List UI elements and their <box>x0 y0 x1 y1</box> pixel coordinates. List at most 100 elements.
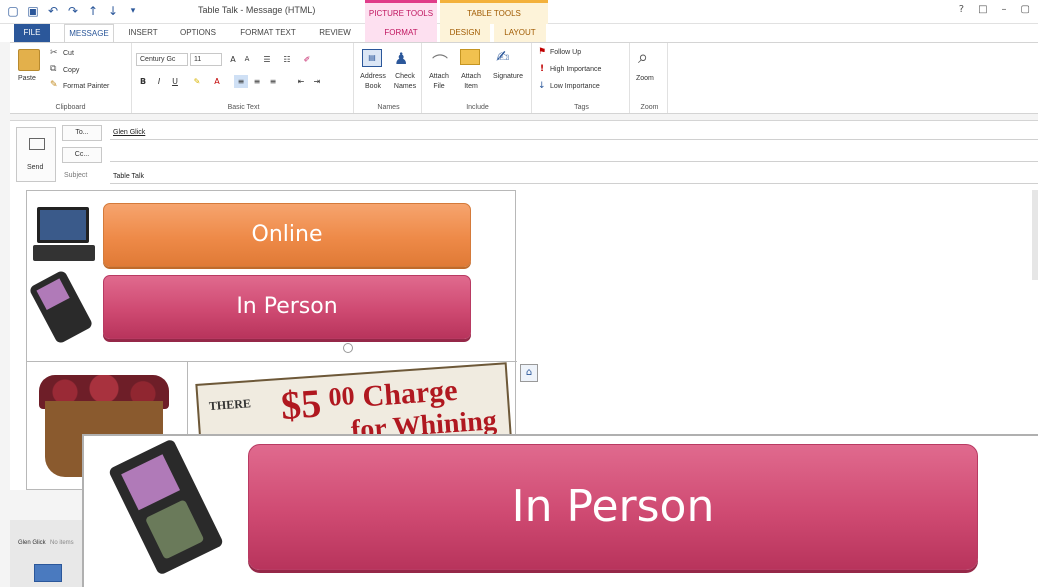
check-names-label-2[interactable]: Names <box>390 83 420 90</box>
tab-layout[interactable]: LAYOUT <box>494 24 546 42</box>
zoom-group-label: Zoom <box>640 104 659 111</box>
resize-handle-icon[interactable] <box>343 343 353 353</box>
window-title: Table Talk - Message (HTML) <box>198 5 316 15</box>
font-color-icon[interactable]: A <box>210 75 224 88</box>
numbering-icon[interactable]: ☷ <box>280 53 294 66</box>
send-button[interactable]: Send <box>16 127 56 182</box>
vertical-scrollbar[interactable] <box>1032 190 1038 280</box>
underline-icon[interactable]: U <box>168 75 182 88</box>
subject-field[interactable]: Table Talk <box>110 170 1038 184</box>
names-group-label: Names <box>377 104 400 111</box>
outlook-app-icon: ▢ <box>7 4 19 18</box>
zoomed-in-person-button: In Person <box>248 444 978 570</box>
to-button[interactable]: To... <box>62 125 102 141</box>
picture-tools-label: PICTURE TOOLS <box>365 0 437 24</box>
title-bar: ▢ ▣ ↶ ↷ ↑ ↓ ▾ Table Talk - Message (HTML… <box>0 0 1038 24</box>
tab-insert[interactable]: INSERT <box>122 24 164 42</box>
font-name-dropdown[interactable]: Century Gc <box>136 53 188 66</box>
paste-button[interactable]: Paste <box>18 75 36 82</box>
high-importance-button[interactable]: High Importance <box>550 66 601 73</box>
laptop-image[interactable] <box>33 203 97 267</box>
tab-file[interactable]: FILE <box>14 24 50 42</box>
copy-button[interactable]: Copy <box>63 67 79 74</box>
sign-price: $5 <box>279 380 323 429</box>
up-arrow-icon[interactable]: ↑ <box>86 4 100 18</box>
reading-pane-strip: Glen Glick No items <box>10 520 82 587</box>
minimize-button[interactable]: – <box>1002 4 1007 15</box>
decrease-indent-icon[interactable]: ⇤ <box>294 75 308 88</box>
send-envelope-icon <box>29 138 45 150</box>
clipboard-group-label: Clipboard <box>55 104 86 111</box>
attach-item-label-1[interactable]: Attach <box>456 73 486 80</box>
check-names-icon[interactable]: ♟ <box>394 49 408 68</box>
ribbon-display-button[interactable]: □ <box>978 4 987 15</box>
cc-field[interactable] <box>110 148 1038 162</box>
align-center-icon[interactable]: ≡ <box>250 75 264 88</box>
zoomed-phone-image <box>107 438 225 576</box>
items-status: No items <box>50 540 74 546</box>
tab-review[interactable]: REVIEW <box>310 24 360 42</box>
attach-file-label-2[interactable]: File <box>424 83 454 90</box>
thumbnail-image[interactable] <box>34 564 62 582</box>
attach-item-label-2[interactable]: Item <box>456 83 486 90</box>
cut-button[interactable]: Cut <box>63 50 74 57</box>
down-arrow-icon[interactable]: ↓ <box>106 4 120 18</box>
redo-icon[interactable]: ↷ <box>66 4 80 18</box>
check-names-label-1[interactable]: Check <box>390 73 420 80</box>
outlook-message-window: ▢ ▣ ↶ ↷ ↑ ↓ ▾ Table Talk - Message (HTML… <box>0 0 1038 587</box>
highlight-icon[interactable]: ✎ <box>190 75 204 88</box>
high-importance-icon: ! <box>540 64 545 74</box>
to-field[interactable]: Glen Glick <box>110 126 1038 140</box>
online-button[interactable]: Online <box>103 203 471 267</box>
bullets-icon[interactable]: ☰ <box>260 53 274 66</box>
address-book-label-1[interactable]: Address <box>358 73 388 80</box>
layout-options-icon[interactable]: ⌂ <box>520 364 538 382</box>
quick-access-toolbar: ▢ ▣ ↶ ↷ ↑ ↓ ▾ <box>6 4 140 18</box>
attach-file-label-1[interactable]: Attach <box>424 73 454 80</box>
customize-qat-icon[interactable]: ▾ <box>126 4 140 18</box>
in-person-button[interactable]: In Person <box>103 275 471 339</box>
tab-options[interactable]: OPTIONS <box>172 24 224 42</box>
format-painter-button[interactable]: Format Painter <box>63 83 109 90</box>
align-left-icon[interactable]: ≡ <box>234 75 248 88</box>
signature-icon[interactable]: ✍ <box>496 47 509 66</box>
increase-indent-icon[interactable]: ⇥ <box>310 75 324 88</box>
clipboard-group: Paste ✂ Cut ⧉ Copy ✎ Format Painter Clip… <box>10 43 132 113</box>
tab-message[interactable]: MESSAGE <box>64 24 114 42</box>
low-importance-button[interactable]: Low Importance <box>550 83 600 90</box>
tab-design[interactable]: DESIGN <box>440 24 490 42</box>
italic-icon[interactable]: I <box>152 75 166 88</box>
zoom-button[interactable]: Zoom <box>636 75 654 82</box>
zoom-inset: In Person <box>82 434 1038 587</box>
undo-icon[interactable]: ↶ <box>46 4 60 18</box>
restore-button[interactable]: ▢ <box>1021 4 1030 15</box>
address-book-icon[interactable]: ▤ <box>362 49 382 67</box>
signature-button[interactable]: Signature <box>488 73 528 80</box>
align-right-icon[interactable]: ≡ <box>266 75 280 88</box>
envelope-icon[interactable] <box>460 49 480 65</box>
window-controls: ? □ – ▢ <box>959 4 1030 15</box>
grow-font-icon[interactable]: A <box>226 53 240 66</box>
magnifier-icon[interactable]: ⌕ <box>638 47 648 68</box>
paperclip-icon[interactable]: ⌒ <box>432 49 448 73</box>
sign-price-cents: 00 <box>327 380 356 412</box>
format-painter-icon: ✎ <box>50 80 58 90</box>
table-tools-label: TABLE TOOLS <box>440 0 548 24</box>
tab-format-text[interactable]: FORMAT TEXT <box>232 24 304 42</box>
clear-formatting-icon[interactable]: ✐ <box>300 53 314 66</box>
cc-button[interactable]: Cc... <box>62 147 102 163</box>
sender-name[interactable]: Glen Glick <box>18 540 46 546</box>
font-size-dropdown[interactable]: 11 <box>190 53 222 66</box>
follow-up-button[interactable]: Follow Up <box>550 49 581 56</box>
shrink-font-icon[interactable]: A <box>240 53 254 66</box>
save-icon[interactable]: ▣ <box>26 4 40 18</box>
paste-icon[interactable] <box>18 49 40 71</box>
tab-format[interactable]: FORMAT <box>365 24 437 42</box>
low-importance-icon: ↓ <box>538 81 546 91</box>
flip-phone-image[interactable] <box>28 269 94 345</box>
address-book-label-2[interactable]: Book <box>358 83 388 90</box>
help-button[interactable]: ? <box>959 4 964 15</box>
names-group: ▤ Address Book ♟ Check Names Names <box>356 43 422 113</box>
bold-icon[interactable]: B <box>136 75 150 88</box>
copy-icon: ⧉ <box>50 64 57 74</box>
